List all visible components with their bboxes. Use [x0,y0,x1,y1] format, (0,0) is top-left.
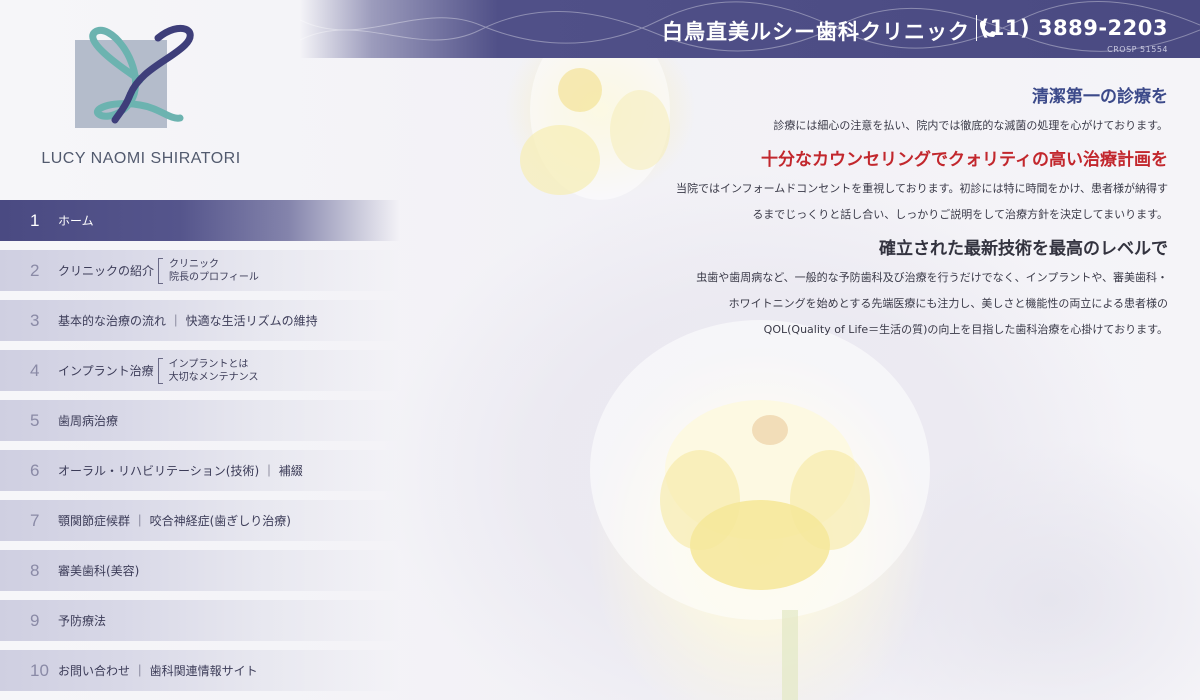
nav-item-number: 5 [30,410,40,430]
nav-item-label: オーラル・リハビリテーション(技術) ｜ 補綴 [58,464,303,478]
nav-submenu-item[interactable]: 大切なメンテナンス [169,371,259,384]
nav-submenu-item[interactable]: クリニック [169,258,259,271]
nav-item-number: 10 [30,660,49,680]
section-heading: 清潔第一の診療を [1032,87,1168,107]
nav-submenu-list: インプラントとは 大切なメンテナンス [169,358,259,384]
nav-item-1[interactable]: 1 ホーム [0,200,400,241]
section-text-line: QOL(Quality of Life＝生活の質)の向上を目指した歯科治療を心掛… [763,323,1168,336]
nav-item-9[interactable]: 9 予防療法 [0,600,400,641]
nav-item-label: 審美歯科(美容) [58,564,140,578]
main-content: 清潔第一の診療を診療には細心の注意を払い、院内では徹底的な滅菌の処理を心がけてお… [608,82,1168,349]
nav-item-label: 顎関節症候群 ｜ 咬合神経症(歯ぎしり治療) [58,514,291,528]
content-section: 確立された最新技術を最高のレベルで虫歯や歯周病など、一般的な予防歯科及び治療を行… [608,234,1168,343]
nav-item-2[interactable]: 2 クリニックの紹介 クリニック 院長のプロフィール [0,250,400,291]
nav-item-4[interactable]: 4 インプラント治療 インプラントとは 大切なメンテナンス [0,350,400,391]
logo-l-mark-icon [75,24,194,128]
section-text-line: ホワイトニングを始めとする先端医療にも注力し、美しさと機能性の両立による患者様の [728,297,1168,310]
nav-submenu-bracket [158,257,164,284]
header-bar: 白鳥直美ルシー歯科クリニック (11) 3889-2203 CROSP 5155… [300,0,1200,58]
nav-submenu-list: クリニック 院長のプロフィール [169,258,259,284]
nav-item-label: クリニックの紹介 [58,264,155,278]
side-navigation: 1 ホーム 2 クリニックの紹介 クリニック 院長のプロフィール 3 基本的な治療の流れ ｜ … [0,200,400,700]
nav-item-8[interactable]: 8 審美歯科(美容) [0,550,400,591]
header-divider [976,15,977,41]
nav-item-number: 7 [30,510,40,530]
nav-submenu-bracket [157,357,163,384]
logo-text: LUCY NAOMI SHIRATORI [41,150,241,167]
nav-submenu: インプラントとは 大切なメンテナンス [157,357,259,384]
nav-item-5[interactable]: 5 歯周病治療 [0,400,400,441]
content-section: 清潔第一の診療を診療には細心の注意を払い、院内では徹底的な滅菌の処理を心がけてお… [608,82,1168,139]
nav-item-label: 予防療法 [58,614,107,628]
nav-item-number: 3 [30,310,40,330]
nav-submenu: クリニック 院長のプロフィール [158,257,259,284]
nav-item-label: お問い合わせ ｜ 歯科関連情報サイト [58,664,258,678]
nav-item-7[interactable]: 7 顎関節症候群 ｜ 咬合神経症(歯ぎしり治療) [0,500,400,541]
nav-item-label: インプラント治療 [58,364,154,378]
section-text-line: 虫歯や歯周病など、一般的な予防歯科及び治療を行うだけでなく、インプラントや、審美… [696,271,1168,284]
nav-submenu-item[interactable]: インプラントとは [169,358,259,371]
logo[interactable]: LUCY NAOMI SHIRATORI [40,20,240,180]
nav-item-6[interactable]: 6 オーラル・リハビリテーション(技術) ｜ 補綴 [0,450,400,491]
nav-item-number: 6 [30,460,40,480]
nav-item-label: ホーム [58,214,94,228]
section-text-line: 当院ではインフォームドコンセントを重視しております。初診には特に時間をかけ、患者… [675,182,1168,195]
registration-number: CROSP 51554 [1107,45,1168,54]
nav-item-10[interactable]: 10 お問い合わせ ｜ 歯科関連情報サイト [0,650,400,691]
nav-item-label: 歯周病治療 [58,414,119,428]
section-heading: 確立された最新技術を最高のレベルで [879,239,1168,259]
section-text-line: 診療には細心の注意を払い、院内では徹底的な滅菌の処理を心がけております。 [773,119,1168,132]
nav-item-number: 9 [30,610,40,630]
nav-item-number: 4 [30,360,40,380]
clinic-name: 白鳥直美ルシー歯科クリニック [662,20,970,44]
nav-item-number: 8 [30,560,40,580]
section-text-line: るまでじっくりと話し合い、しっかりご説明をして治療方針を決定してまいります。 [752,208,1168,221]
section-heading: 十分なカウンセリングでクォリティの高い治療計画を [761,150,1168,170]
nav-item-number: 2 [30,260,40,280]
nav-submenu-item[interactable]: 院長のプロフィール [169,271,259,284]
content-section: 十分なカウンセリングでクォリティの高い治療計画を当院ではインフォームドコンセント… [608,145,1168,228]
nav-item-label: 基本的な治療の流れ ｜ 快適な生活リズムの維持 [58,314,318,328]
nav-item-number: 1 [30,210,40,230]
nav-item-3[interactable]: 3 基本的な治療の流れ ｜ 快適な生活リズムの維持 [0,300,400,341]
phone-number[interactable]: (11) 3889-2203 [980,16,1168,40]
